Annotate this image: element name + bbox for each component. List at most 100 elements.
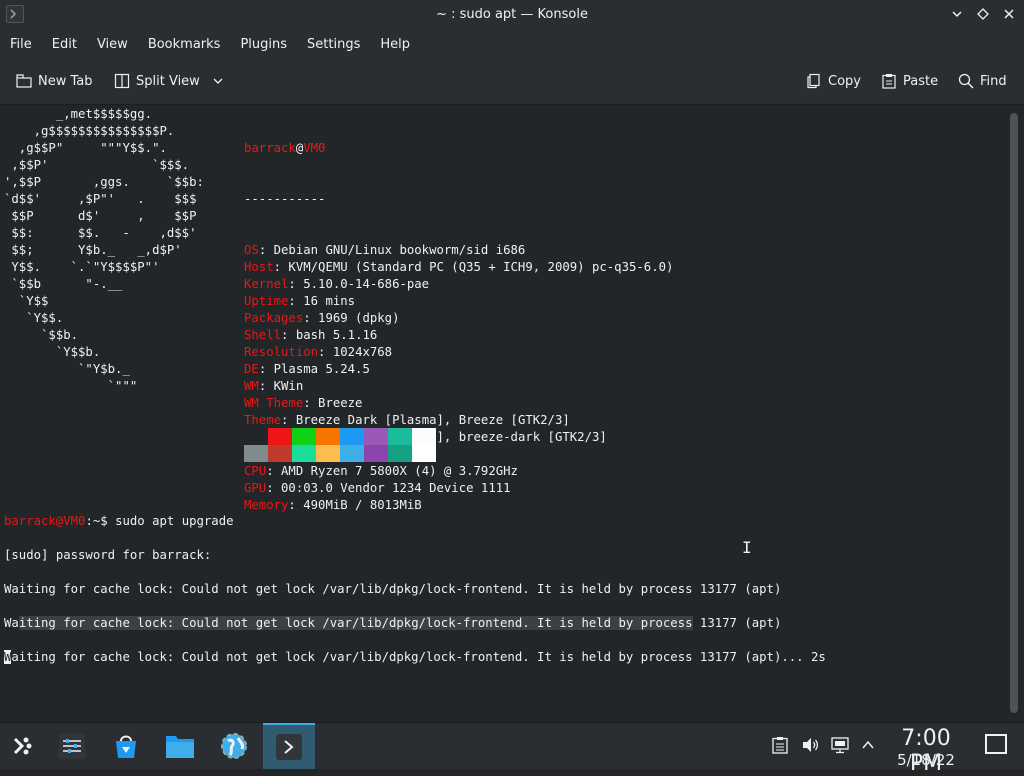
- color-swatch: [316, 428, 340, 445]
- info-value: : bash 5.1.16: [281, 328, 378, 342]
- info-row: DE: Plasma 5.24.5: [244, 361, 673, 378]
- logo-line: ',$$P ,ggs. `$$b:: [4, 175, 204, 189]
- discover-store-icon: [116, 735, 136, 758]
- color-swatch: [292, 428, 316, 445]
- maximize-button[interactable]: [974, 5, 992, 23]
- info-key: WM: [244, 379, 259, 393]
- distro-ascii-logo: _,met$$$$$gg. ,g$$$$$$$$$$$$$$$P. ,g$$P"…: [4, 106, 204, 395]
- split-view-button[interactable]: Split View: [114, 70, 224, 92]
- info-value: : 1024x768: [318, 345, 393, 359]
- wait-line-3: Waiting for cache lock: Could not get lo…: [4, 649, 826, 666]
- info-key: Resolution: [244, 345, 319, 359]
- color-swatch: [316, 445, 340, 462]
- paste-icon: [882, 74, 896, 89]
- taskbar-browser-button[interactable]: [214, 729, 254, 763]
- info-key: WM Theme: [244, 396, 304, 410]
- info-row: Resolution: 1024x768: [244, 344, 673, 361]
- info-value: : 5.10.0-14-686-pae: [288, 277, 430, 291]
- info-row: Packages: 1969 (dpkg): [244, 310, 673, 327]
- file-manager-icon: [166, 736, 194, 758]
- info-key: Shell: [244, 328, 282, 342]
- info-rows: OS: Debian GNU/Linux bookworm/sid i686 Ho…: [244, 242, 673, 514]
- logo-line: `Y$$: [4, 294, 49, 308]
- application-launcher-button[interactable]: [2, 729, 42, 763]
- volume-tray-button[interactable]: [800, 735, 820, 755]
- info-key: Uptime: [244, 294, 289, 308]
- info-value: : 00:03.0 Vendor 1234 Device 1111: [266, 481, 511, 495]
- menu-file[interactable]: File: [0, 37, 42, 52]
- taskbar-discover-button[interactable]: [106, 729, 146, 763]
- menu-help[interactable]: Help: [370, 37, 420, 52]
- info-row: WM Theme: Breeze: [244, 395, 673, 412]
- wait-line-3-text: aiting for cache lock: Could not get loc…: [11, 650, 826, 664]
- terminal-scrollbar[interactable]: [1004, 105, 1024, 721]
- info-separator: -----------: [244, 192, 326, 206]
- info-value: : Breeze: [303, 396, 363, 410]
- info-value: : KVM/QEMU (Standard PC (Q35 + ICH9, 200…: [273, 260, 674, 274]
- info-value: : 16 mins: [288, 294, 356, 308]
- close-button[interactable]: [1000, 5, 1018, 23]
- prompt-command: sudo apt upgrade: [115, 514, 234, 528]
- close-icon: [1004, 9, 1014, 19]
- color-swatch: [412, 428, 436, 445]
- color-swatch: [412, 445, 436, 462]
- color-swatch: [388, 445, 412, 462]
- taskbar-konsole-button[interactable]: [263, 723, 315, 769]
- info-value: : 1969 (dpkg): [303, 311, 400, 325]
- color-swatch: [388, 428, 412, 445]
- clipboard-tray-button[interactable]: [770, 735, 790, 755]
- window-titlebar[interactable]: ~ : sudo apt — Konsole: [0, 0, 1024, 30]
- info-row: GPU: 00:03.0 Vendor 1234 Device 1111: [244, 480, 673, 497]
- chevron-down-icon: [952, 11, 962, 18]
- logo-line: `""": [4, 379, 138, 393]
- clock-date[interactable]: 5/18/22: [884, 751, 968, 769]
- split-view-label: Split View: [136, 73, 200, 89]
- info-key: Theme: [244, 413, 282, 427]
- scrollbar-thumb[interactable]: [1010, 113, 1018, 713]
- logo-line: `d$$' ,$P"' . $$$: [4, 192, 197, 206]
- menu-bar: File Edit View Bookmarks Plugins Setting…: [0, 30, 1024, 58]
- info-value: : KWin: [258, 379, 304, 393]
- minimize-button[interactable]: [948, 5, 966, 23]
- wait-line-1: Waiting for cache lock: Could not get lo…: [4, 582, 782, 596]
- ibeam-cursor-icon: I: [742, 538, 752, 557]
- network-tray-button[interactable]: [830, 735, 850, 755]
- settings-icon: [59, 733, 85, 759]
- volume-icon: [803, 738, 819, 752]
- menu-plugins[interactable]: Plugins: [230, 37, 297, 52]
- info-row: WM: KWin: [244, 378, 673, 395]
- toolbar: New Tab Split View Copy Paste Find: [0, 58, 1024, 105]
- wait-line-2-end: 13177 (apt): [692, 616, 782, 630]
- color-swatch: [268, 445, 292, 462]
- prompt-line: barrack@VM0:~$ sudo apt upgrade: [4, 513, 826, 530]
- taskbar-files-button[interactable]: [160, 729, 200, 763]
- color-swatch: [364, 445, 388, 462]
- terminal-view[interactable]: _,met$$$$$gg. ,g$$$$$$$$$$$$$$$P. ,g$$P"…: [0, 105, 1003, 721]
- wait-line-2: Waiting for cache lock: Could not get lo…: [4, 615, 826, 632]
- show-desktop-button[interactable]: [985, 734, 1007, 754]
- copy-button[interactable]: Copy: [806, 70, 861, 92]
- menu-view[interactable]: View: [87, 37, 138, 52]
- find-button[interactable]: Find: [958, 70, 1007, 92]
- logo-line: ,g$$$$$$$$$$$$$$$P.: [4, 124, 175, 138]
- taskbar-settings-button[interactable]: [52, 729, 92, 763]
- logo-line: $$; Y$b._ _,d$P': [4, 243, 182, 257]
- color-swatch: [268, 428, 292, 445]
- prompt-path: :~$: [85, 514, 116, 528]
- menu-edit[interactable]: Edit: [42, 37, 87, 52]
- info-row: Host: KVM/QEMU (Standard PC (Q35 + ICH9,…: [244, 259, 673, 276]
- menu-settings[interactable]: Settings: [297, 37, 370, 52]
- find-label: Find: [980, 73, 1007, 89]
- info-value: : Breeze Dark [Plasma], Breeze [GTK2/3]: [281, 413, 570, 427]
- search-icon: [958, 73, 974, 89]
- info-key: DE: [244, 362, 259, 376]
- new-tab-button[interactable]: New Tab: [16, 70, 93, 92]
- clipboard-icon: [772, 737, 788, 754]
- paste-button[interactable]: Paste: [881, 70, 938, 92]
- network-icon: [831, 737, 849, 754]
- menu-bookmarks[interactable]: Bookmarks: [138, 37, 231, 52]
- info-row: Kernel: 5.10.0-14-686-pae: [244, 276, 673, 293]
- chevron-down-icon: [213, 78, 223, 84]
- selected-text: iting for cache lock: Could not get lock…: [18, 616, 693, 630]
- tray-expand-button[interactable]: [858, 735, 878, 755]
